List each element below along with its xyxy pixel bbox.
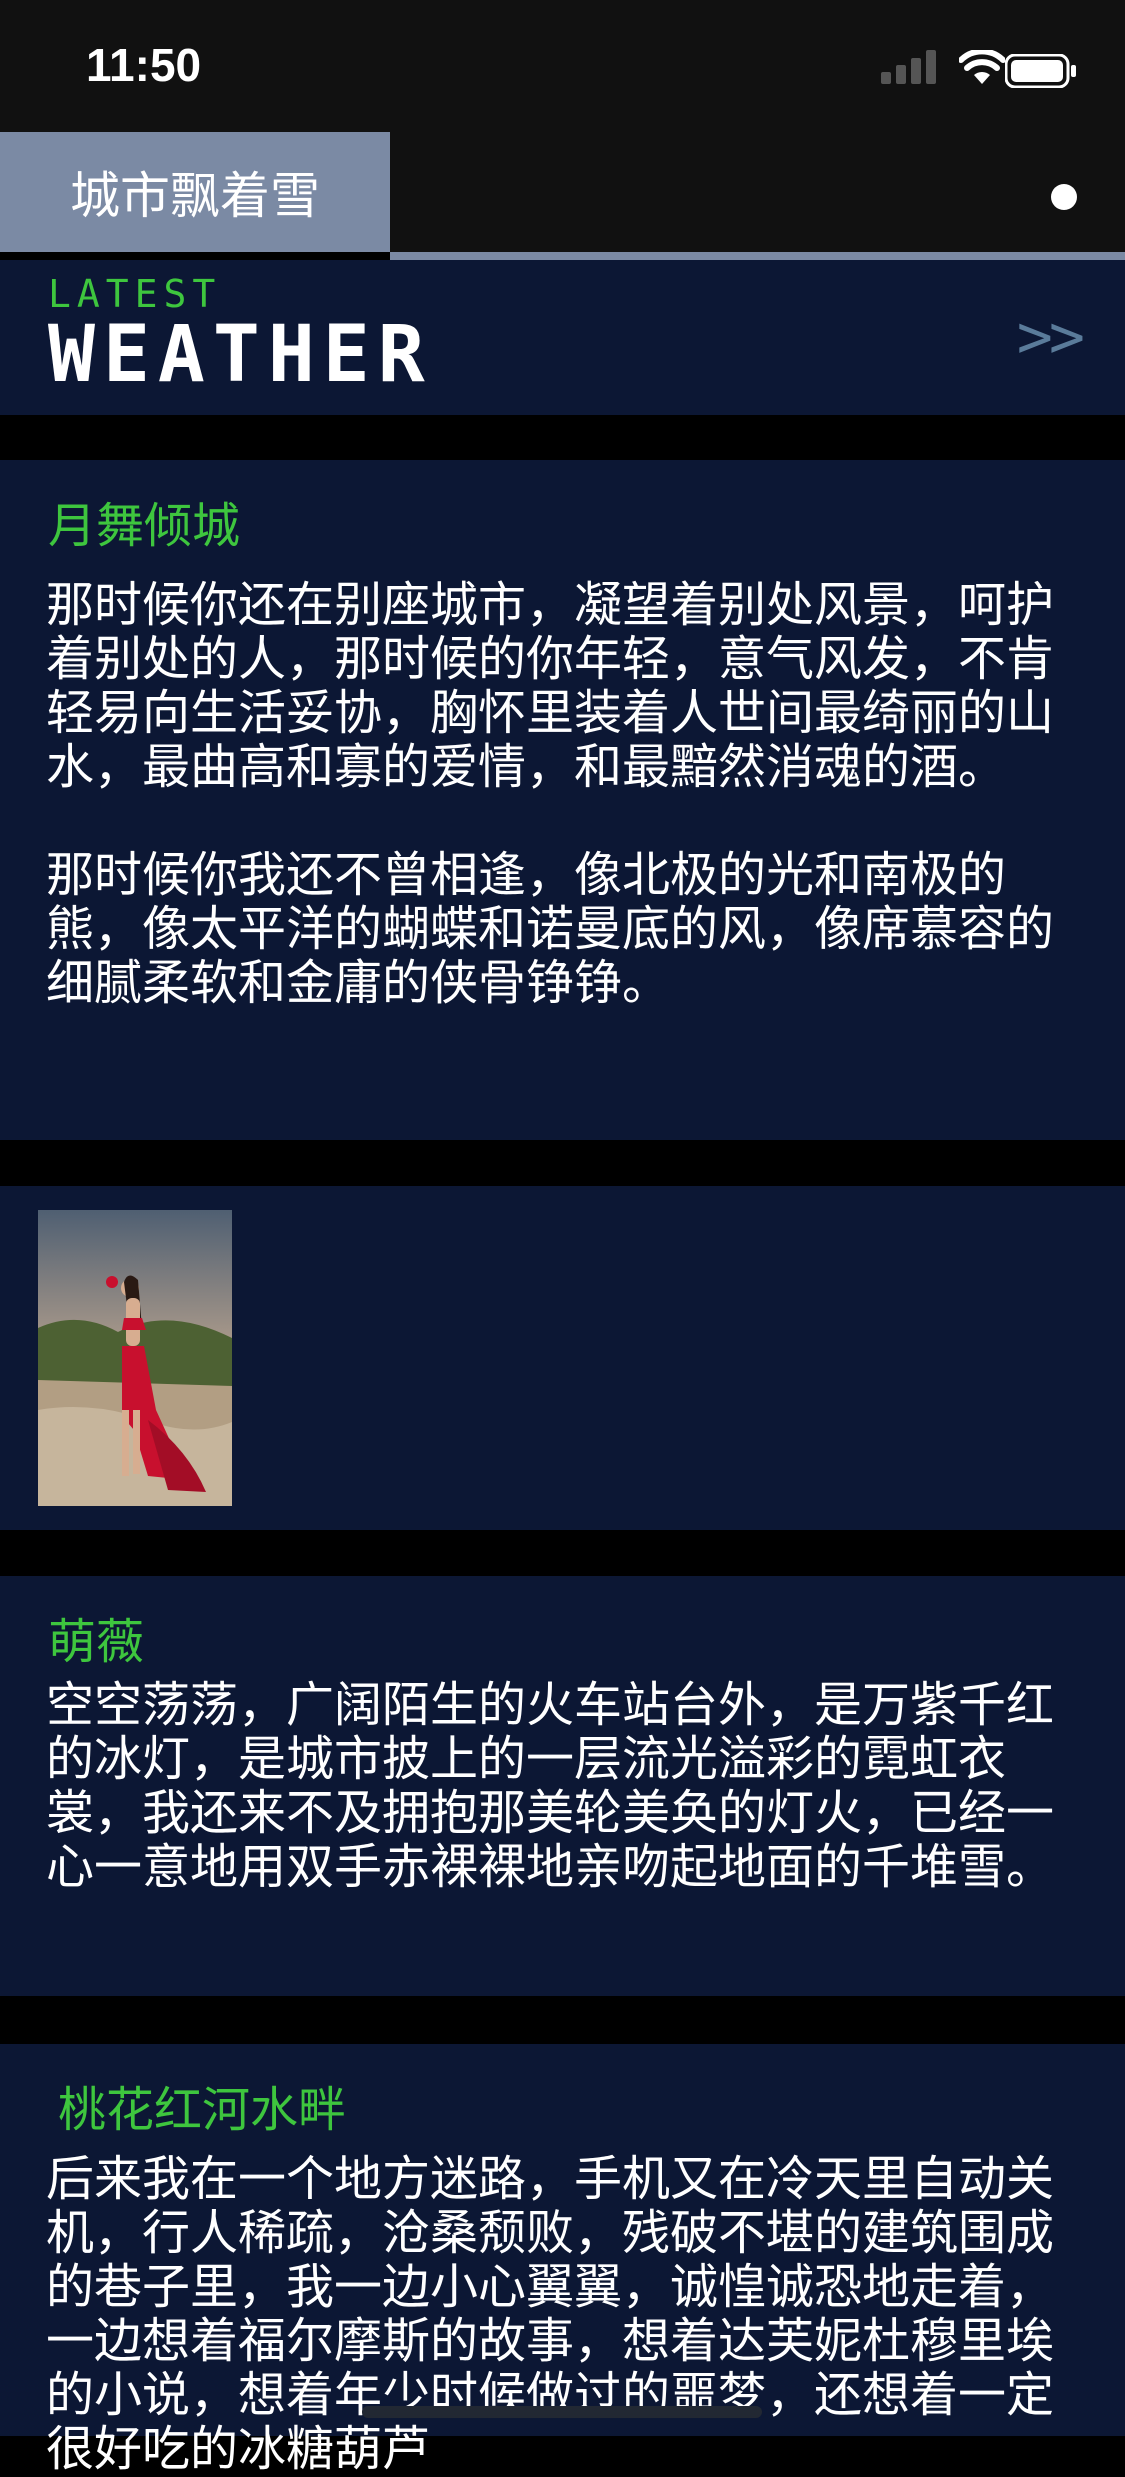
post-text: 那时候你还在别座城市，凝望着别处风景，呵护着别处的人，那时候的你年轻，意气风发，…: [46, 577, 1055, 1011]
status-time: 11:50: [86, 39, 202, 91]
photo-card: [0, 1186, 1125, 1530]
woman-in-red-dress-photo-icon: [38, 1210, 232, 1506]
post-author[interactable]: 月舞倾城: [48, 486, 240, 556]
post-photo[interactable]: [38, 1210, 232, 1506]
post-author[interactable]: 桃花红河水畔: [58, 2070, 346, 2140]
status-bar: 11:50: [0, 0, 1125, 132]
post-card[interactable]: 萌薇 空空荡荡，广阔陌生的火车站台外，是万紫千红的冰灯，是城市披上的一层流光溢彩…: [0, 1576, 1125, 1996]
title-bar: 城市飘着雪: [0, 132, 1125, 260]
battery-icon: [1005, 54, 1076, 88]
cellular-signal-icon: [881, 50, 936, 84]
title-underline: [390, 252, 1125, 260]
post-card[interactable]: 桃花红河水畔 后来我在一个地方迷路，手机又在冷天里自动关机，行人稀疏，沧桑颓败，…: [0, 2044, 1125, 2476]
wifi-icon: [959, 50, 1005, 84]
page-title: 城市飘着雪: [70, 167, 320, 225]
post-author[interactable]: 萌薇: [48, 1602, 144, 1672]
home-indicator[interactable]: [362, 2406, 762, 2418]
menu-dot-button[interactable]: [1051, 184, 1077, 210]
weather-banner[interactable]: LATEST WEATHER >>: [0, 260, 1125, 415]
title-tab[interactable]: 城市飘着雪: [0, 132, 390, 252]
more-button[interactable]: >>: [1017, 302, 1085, 372]
post-card[interactable]: 月舞倾城 那时候你还在别座城市，凝望着别处风景，呵护着别处的人，那时候的你年轻，…: [0, 460, 1125, 1140]
post-text: 空空荡荡，广阔陌生的火车站台外，是万紫千红的冰灯，是城市披上的一层流光溢彩的霓虹…: [46, 1677, 1055, 1895]
weather-label: WEATHER: [48, 310, 433, 400]
post-text: 后来我在一个地方迷路，手机又在冷天里自动关机，行人稀疏，沧桑颓败，残破不堪的建筑…: [46, 2151, 1055, 2477]
